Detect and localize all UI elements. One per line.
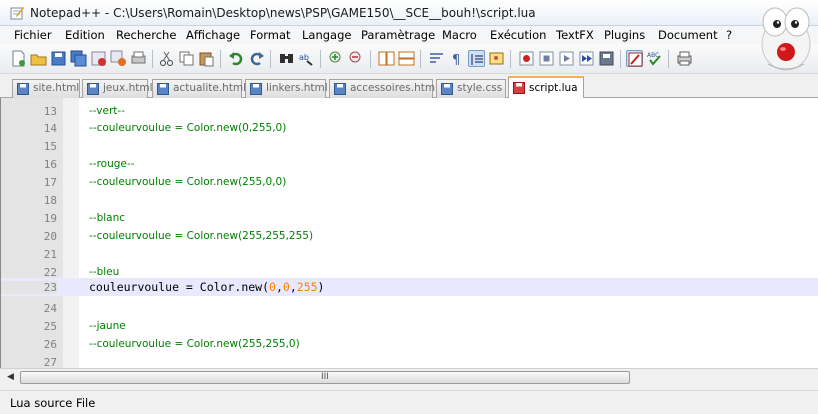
stop-macro-icon[interactable] <box>538 50 555 67</box>
scrollbar-grip: III <box>321 372 329 382</box>
save-macro-icon[interactable] <box>598 50 615 67</box>
tab-label: site.html <box>33 82 80 94</box>
find-icon[interactable] <box>278 50 295 67</box>
tab-label: linkers.html <box>266 82 328 94</box>
tab-label: jeux.html <box>103 82 153 94</box>
tab-site-html[interactable]: site.html <box>12 79 80 98</box>
tab-label: actualite.html <box>173 82 247 94</box>
record-macro-icon[interactable] <box>518 50 535 67</box>
saved-file-icon <box>17 83 29 95</box>
saved-file-icon <box>334 83 346 95</box>
save-icon[interactable] <box>50 50 67 67</box>
save-all-icon[interactable] <box>70 50 87 67</box>
tab-style-css[interactable]: style.css <box>436 79 506 98</box>
window-title: Notepad++ - C:\Users\Romain\Desktop\news… <box>30 6 536 20</box>
number-literal: 0 <box>282 280 290 294</box>
zoom-out-icon[interactable] <box>348 50 365 67</box>
print-icon[interactable] <box>130 50 147 67</box>
play-macro-icon[interactable] <box>558 50 575 67</box>
toolbar: ab ¶ ABC <box>0 44 818 74</box>
document-tab-bar: site.html jeux.html actualite.html linke… <box>0 76 818 99</box>
close-all-icon[interactable] <box>110 50 127 67</box>
saved-file-icon <box>87 83 99 95</box>
file-type-status: Lua source File <box>10 396 96 410</box>
scroll-left-icon[interactable]: ◀ <box>4 371 17 384</box>
sync-horizontal-icon[interactable] <box>398 50 415 67</box>
menu-bar: Fichier Edition Recherche Affichage Form… <box>0 26 818 44</box>
sync-vertical-icon[interactable] <box>378 50 395 67</box>
current-code-line: 23 couleurvoulue = Color.new(0,0,255) <box>1 278 818 296</box>
code-prefix: couleurvoulue = Color.new( <box>89 280 270 294</box>
tab-actualite-html[interactable]: actualite.html <box>152 79 246 98</box>
show-all-chars-icon[interactable]: ¶ <box>448 50 465 67</box>
menu-plugins[interactable]: Plugins <box>604 28 645 42</box>
copy-icon[interactable] <box>178 50 195 67</box>
tab-label: accessoires.html <box>350 82 438 94</box>
menu-fichier[interactable]: Fichier <box>14 28 52 42</box>
tab-script-lua[interactable]: script.lua <box>508 76 584 99</box>
menu-document[interactable]: Document <box>658 28 718 42</box>
saved-file-icon <box>157 83 169 95</box>
menu-help[interactable]: ? <box>726 28 732 42</box>
code-line: 27 <box>1 349 818 368</box>
menu-textfx[interactable]: TextFX <box>556 28 594 42</box>
status-bar: Lua source File <box>0 390 818 414</box>
tab-jeux-html[interactable]: jeux.html <box>82 79 153 98</box>
launch-icon[interactable] <box>626 50 643 67</box>
indent-guide-icon[interactable] <box>468 50 485 67</box>
zoom-in-icon[interactable] <box>328 50 345 67</box>
line-number: 27 <box>43 356 57 368</box>
code-editor[interactable]: 13 --vert-- 14 --couleurvoulue = Color.new… <box>0 98 818 368</box>
number-literal: 0 <box>269 280 276 294</box>
menu-parametrage[interactable]: Paramètrage <box>361 28 435 42</box>
horizontal-scrollbar[interactable]: ◀ III <box>0 368 818 385</box>
menu-langage[interactable]: Langage <box>302 28 351 42</box>
redo-icon[interactable] <box>248 50 265 67</box>
user-lang-icon[interactable] <box>488 50 505 67</box>
replace-icon[interactable]: ab <box>298 50 315 67</box>
saved-file-icon <box>441 83 453 95</box>
tab-label: script.lua <box>529 82 578 94</box>
title-bar: Notepad++ - C:\Users\Romain\Desktop\news… <box>0 0 818 26</box>
cut-icon[interactable] <box>158 50 175 67</box>
line-number: 23 <box>1 281 57 294</box>
spellcheck-icon[interactable]: ABC <box>646 50 663 67</box>
menu-macro[interactable]: Macro <box>442 28 477 42</box>
number-literal: 255 <box>296 280 318 294</box>
play-macro-multiple-icon[interactable] <box>578 50 595 67</box>
close-icon[interactable] <box>90 50 107 67</box>
chameleon-mascot-icon <box>761 7 811 71</box>
tab-accessoires-html[interactable]: accessoires.html <box>329 79 438 98</box>
new-file-icon[interactable] <box>10 50 27 67</box>
undo-icon[interactable] <box>228 50 245 67</box>
code-suffix: ) <box>317 280 325 294</box>
svg-text:¶: ¶ <box>452 53 460 67</box>
menu-edition[interactable]: Edition <box>65 28 105 42</box>
paste-icon[interactable] <box>198 50 215 67</box>
menu-format[interactable]: Format <box>250 28 291 42</box>
line-text: --bleu <box>89 266 120 278</box>
menu-execution[interactable]: Exécution <box>490 28 546 42</box>
open-file-icon[interactable] <box>30 50 47 67</box>
notepad-app-icon <box>10 7 24 20</box>
menu-recherche[interactable]: Recherche <box>116 28 176 42</box>
word-wrap-icon[interactable] <box>428 50 445 67</box>
print-now-icon[interactable] <box>676 50 693 67</box>
saved-file-icon <box>250 83 262 95</box>
scrollbar-thumb[interactable]: III <box>20 371 630 384</box>
tab-linkers-html[interactable]: linkers.html <box>245 79 328 98</box>
tab-label: style.css <box>457 82 503 94</box>
unsaved-file-icon <box>513 82 525 94</box>
line-text: couleurvoulue = Color.new(0,0,255) <box>89 280 325 294</box>
menu-affichage[interactable]: Affichage <box>186 28 240 42</box>
